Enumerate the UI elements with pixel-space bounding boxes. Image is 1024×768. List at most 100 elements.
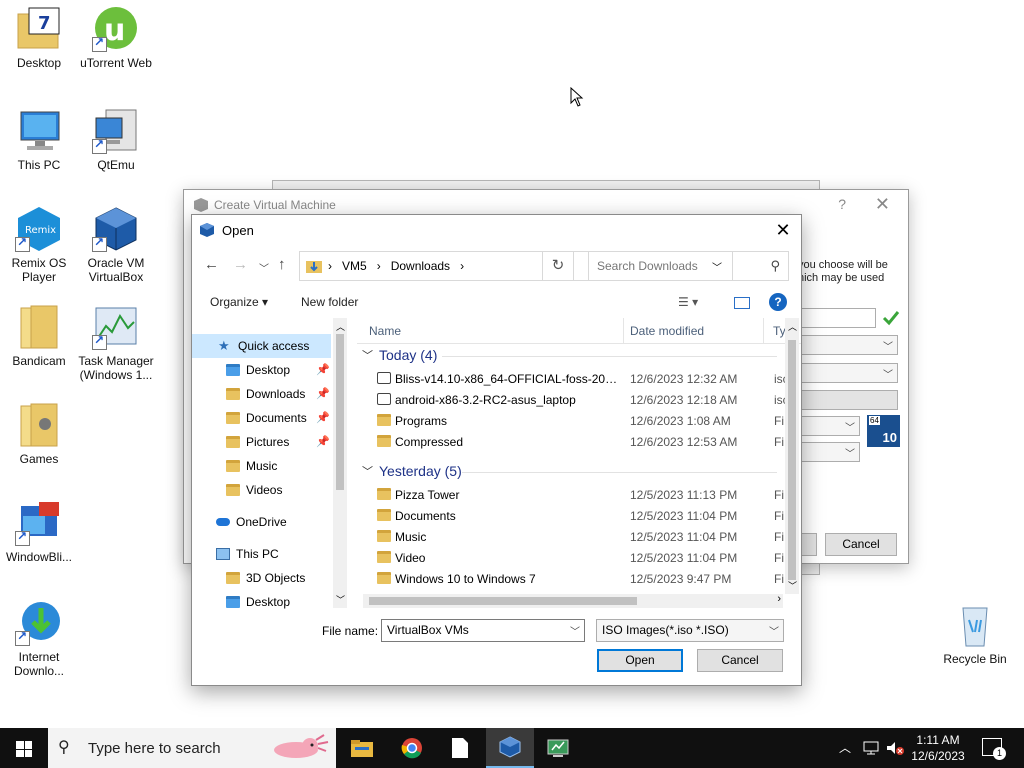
- scrollbar-thumb[interactable]: [336, 334, 344, 490]
- taskbar-chrome[interactable]: [388, 728, 436, 768]
- desktop-icon-virtualbox[interactable]: Oracle VM VirtualBox: [78, 206, 154, 284]
- group-header-today[interactable]: ﹀ Today (4): [362, 347, 437, 363]
- column-name[interactable]: Name: [369, 324, 401, 338]
- show-hidden-icons-chevron-icon[interactable]: ︿: [839, 739, 851, 756]
- arch-select[interactable]: ﹀: [796, 442, 860, 462]
- recent-locations-chevron-icon[interactable]: ﹀: [259, 260, 269, 275]
- up-arrow-icon[interactable]: ↑: [278, 256, 286, 273]
- help-icon[interactable]: ?: [769, 293, 787, 311]
- desktop-icon-recycle-bin[interactable]: Recycle Bin: [937, 602, 1013, 666]
- desktop-icon-label: Recycle Bin: [943, 652, 1007, 666]
- version-select[interactable]: ﹀: [796, 416, 860, 436]
- network-icon[interactable]: [862, 740, 880, 756]
- desktop-icon-games[interactable]: Games: [1, 402, 77, 466]
- desktop-icon-task-manager[interactable]: Task Manager (Windows 1...: [78, 304, 154, 382]
- collapse-chevron-icon: ﹀: [362, 350, 373, 362]
- system-clock[interactable]: 1:11 AM 12/6/2023: [906, 732, 970, 764]
- desktop-icon-this-pc[interactable]: This PC: [1, 108, 77, 172]
- desktop-icon-utorrent[interactable]: u uTorrent Web: [78, 6, 154, 70]
- file-list-vertical-scrollbar[interactable]: ︿ ﹀: [785, 318, 799, 594]
- edition-select[interactable]: ﹀: [796, 335, 898, 355]
- column-header: Name Date modified Ty: [357, 318, 801, 344]
- search-input[interactable]: Search Downloads ⚲: [588, 251, 789, 281]
- volume-muted-icon[interactable]: [885, 740, 905, 756]
- type-select[interactable]: ﹀: [796, 363, 898, 383]
- subtype-select[interactable]: [796, 390, 898, 410]
- start-button[interactable]: [0, 728, 48, 768]
- downloads-folder-icon: [226, 388, 240, 400]
- recycle-bin-icon: [951, 602, 999, 648]
- shortcut-arrow-icon: [92, 137, 107, 154]
- scrollbar-thumb[interactable]: [369, 597, 637, 605]
- nav-item-videos[interactable]: Videos: [226, 478, 346, 502]
- file-row[interactable]: Programs 12/6/2023 1:08 AM Fi: [377, 411, 784, 431]
- desktop-icon-windowblinds[interactable]: WindowBli...: [1, 500, 77, 564]
- qtemu-icon: [92, 108, 140, 154]
- breadcrumb-vm5[interactable]: VM5: [342, 259, 367, 273]
- file-row[interactable]: Compressed 12/6/2023 12:53 AM Fi: [377, 432, 784, 452]
- notification-center-icon[interactable]: [982, 738, 1006, 760]
- file-row[interactable]: Video 12/5/2023 11:04 PM Fi: [377, 548, 784, 568]
- nav-item-onedrive[interactable]: OneDrive: [216, 510, 336, 534]
- shortcut-arrow-icon: [92, 333, 107, 350]
- file-list-horizontal-scrollbar[interactable]: ›: [363, 593, 783, 608]
- file-row[interactable]: android-x86-3.2-RC2-asus_laptop 12/6/202…: [377, 390, 789, 410]
- group-header-yesterday[interactable]: ﹀ Yesterday (5): [362, 463, 462, 479]
- breadcrumb-downloads[interactable]: Downloads: [391, 259, 450, 273]
- open-button[interactable]: Open: [597, 649, 683, 672]
- column-type[interactable]: Ty: [773, 324, 786, 338]
- file-row[interactable]: Pizza Tower 12/5/2023 11:13 PM Fi: [377, 485, 784, 505]
- file-row[interactable]: Music 12/5/2023 11:04 PM Fi: [377, 527, 784, 547]
- nav-item-music[interactable]: Music: [226, 454, 346, 478]
- search-placeholder: Search Downloads: [597, 259, 698, 273]
- desktop-icon-remix-os[interactable]: Remix Remix OS Player: [1, 206, 77, 284]
- breadcrumb-separator: ›: [460, 259, 465, 273]
- scrollbar-thumb[interactable]: [788, 340, 796, 580]
- taskbar-virtualbox[interactable]: [486, 728, 534, 768]
- folder-icon: [377, 551, 391, 563]
- file-type-select[interactable]: ISO Images(*.iso *.ISO) ﹀: [596, 619, 784, 642]
- nav-item-quick-access[interactable]: ★ Quick access: [192, 334, 331, 358]
- close-button[interactable]: ✕: [875, 194, 890, 215]
- scroll-down-icon[interactable]: ﹀: [336, 593, 345, 606]
- organize-button[interactable]: Organize ▾: [210, 295, 268, 309]
- nav-item-desktop-pc[interactable]: Desktop: [226, 590, 346, 611]
- mouse-cursor-icon: [570, 87, 584, 107]
- view-options-icon[interactable]: ☰ ▾: [678, 295, 698, 309]
- refresh-button[interactable]: ↻: [542, 251, 574, 281]
- taskbar-notepad[interactable]: [436, 728, 484, 768]
- file-row[interactable]: Documents 12/5/2023 11:04 PM Fi: [377, 506, 784, 526]
- cancel-button[interactable]: Cancel: [825, 533, 897, 556]
- virtualbox-icon: [92, 206, 140, 252]
- iso-path-field[interactable]: [796, 308, 876, 328]
- nav-item-3d-objects[interactable]: 3D Objects: [226, 566, 346, 590]
- scroll-right-icon[interactable]: ›: [777, 593, 781, 605]
- new-folder-button[interactable]: New folder: [301, 295, 358, 309]
- file-name-input[interactable]: VirtualBox VMs ﹀: [381, 619, 585, 642]
- preview-pane-icon[interactable]: [734, 297, 750, 309]
- file-row[interactable]: Windows 10 to Windows 7 12/5/2023 9:47 P…: [377, 569, 784, 589]
- scroll-up-icon[interactable]: ︿: [336, 320, 345, 333]
- desktop-icon-desktop[interactable]: 7 Desktop: [1, 6, 77, 70]
- desktop-icon-bandicam[interactable]: Bandicam: [1, 304, 77, 368]
- help-button[interactable]: ?: [838, 196, 846, 212]
- column-date-modified[interactable]: Date modified: [630, 324, 704, 338]
- desktop-icon-idm[interactable]: Internet Downlo...: [1, 600, 77, 678]
- scroll-up-icon[interactable]: ︿: [788, 320, 797, 333]
- file-name: Programs: [395, 414, 448, 428]
- file-row[interactable]: Bliss-v14.10-x86_64-OFFICIAL-foss-20230.…: [377, 369, 789, 389]
- close-button[interactable]: ✕: [771, 218, 795, 242]
- scroll-down-icon[interactable]: ﹀: [788, 579, 797, 592]
- nav-pane-scrollbar[interactable]: ︿ ﹀: [333, 318, 347, 608]
- cancel-button[interactable]: Cancel: [697, 649, 783, 672]
- file-date: 12/6/2023 1:08 AM: [630, 414, 731, 428]
- nav-item-this-pc[interactable]: This PC: [216, 542, 336, 566]
- forward-arrow-icon[interactable]: →: [233, 256, 248, 273]
- taskbar-qtemu[interactable]: [534, 728, 582, 768]
- chevron-down-icon[interactable]: ﹀: [570, 623, 580, 638]
- back-arrow-icon[interactable]: ←: [204, 256, 219, 273]
- taskbar-file-explorer[interactable]: [338, 728, 386, 768]
- desktop-icon-qtemu[interactable]: QtEmu: [78, 108, 154, 172]
- group-divider: [462, 472, 777, 473]
- taskbar-search-box[interactable]: ⚲ Type here to search: [48, 728, 336, 768]
